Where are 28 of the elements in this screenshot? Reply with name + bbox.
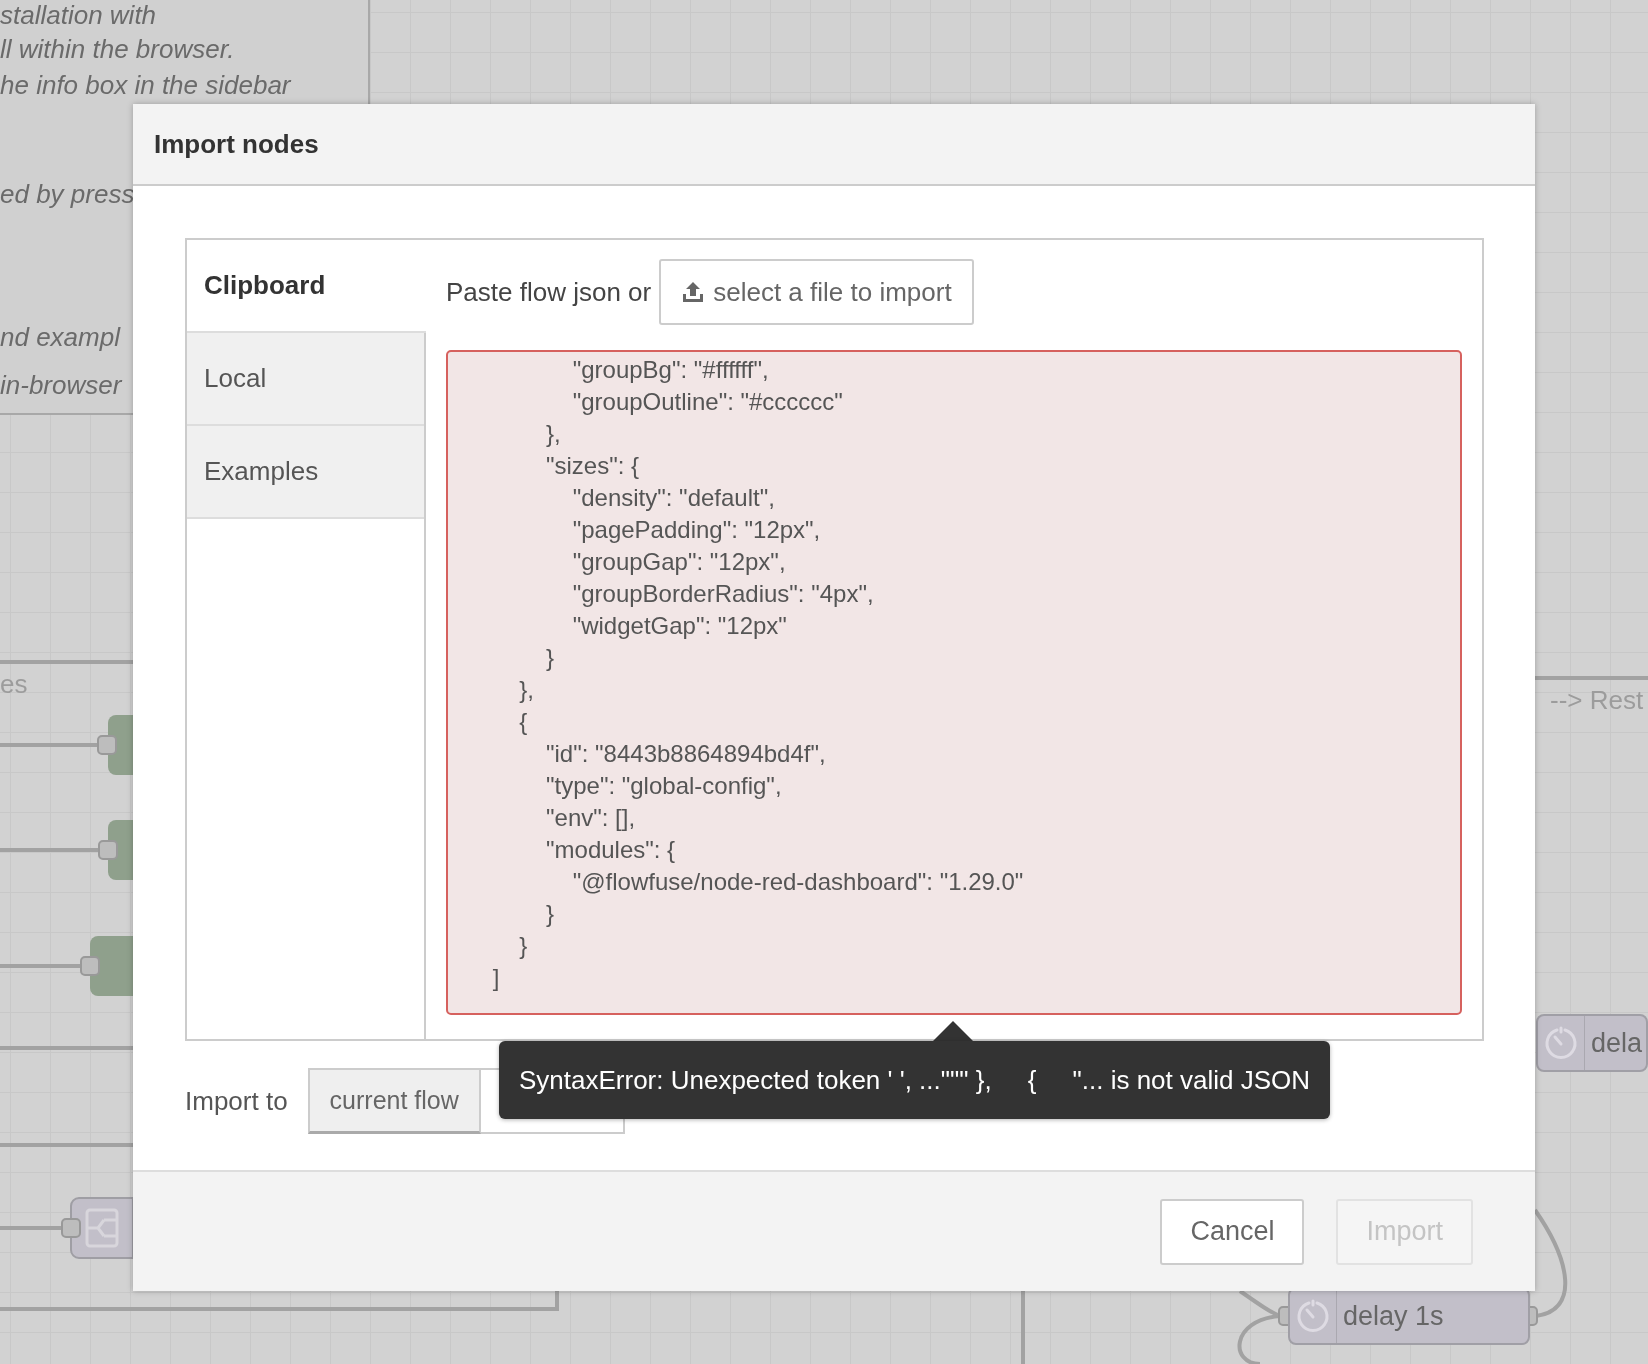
comment-text: in-browser	[0, 370, 122, 400]
node-label: dela	[1591, 1027, 1643, 1059]
wire	[0, 1226, 62, 1230]
flow-node	[90, 936, 133, 996]
comment-text: he info box in the sidebar	[0, 70, 291, 100]
source-tab[interactable]: Local	[187, 333, 424, 426]
import-to-label: Import to	[185, 1085, 288, 1117]
timer-icon	[1543, 1025, 1579, 1061]
source-tab[interactable]: Examples	[187, 426, 424, 519]
dialog-title: Import nodes	[154, 128, 319, 160]
json-input-field[interactable]: "groupBg": "#ffffff", "groupOutline": "#cccccc" }, "sizes": { "density": "default", "pagePadding": "12px", "groupGap": "12px", "groupBorderRadius": "4px", "widgetGap": "12px" } }, { "id": "8443b8864894bd4f", "type": "global-config", "env": [], "modules": { "@flowfuse/node-red-dashboard": "1.29.0" } } ]	[446, 350, 1462, 1015]
node-port	[61, 1218, 81, 1238]
source-tab[interactable]: Clipboard	[187, 240, 426, 333]
node-port	[98, 840, 118, 860]
upload-icon	[681, 280, 706, 304]
timer-icon	[1295, 1298, 1331, 1334]
select-file-button[interactable]: select a file to import	[659, 259, 974, 325]
import-target-button[interactable]: current flow	[307, 1068, 481, 1134]
node-port	[97, 735, 117, 755]
node-port	[80, 956, 100, 976]
cancel-button[interactable]: Cancel	[1160, 1198, 1305, 1265]
paste-label: Paste flow json or	[446, 276, 652, 308]
node-label: delay 1s	[1343, 1300, 1444, 1332]
comment-text: nd exampl	[0, 322, 120, 352]
comment-text: stallation with	[0, 0, 157, 30]
comment-text: ed by press	[0, 179, 135, 209]
error-tooltip: SyntaxError: Unexpected token ' ', ...""" }, { "... is not valid JSON	[499, 1041, 1331, 1119]
comment-text: ll within the browser.	[0, 34, 235, 64]
